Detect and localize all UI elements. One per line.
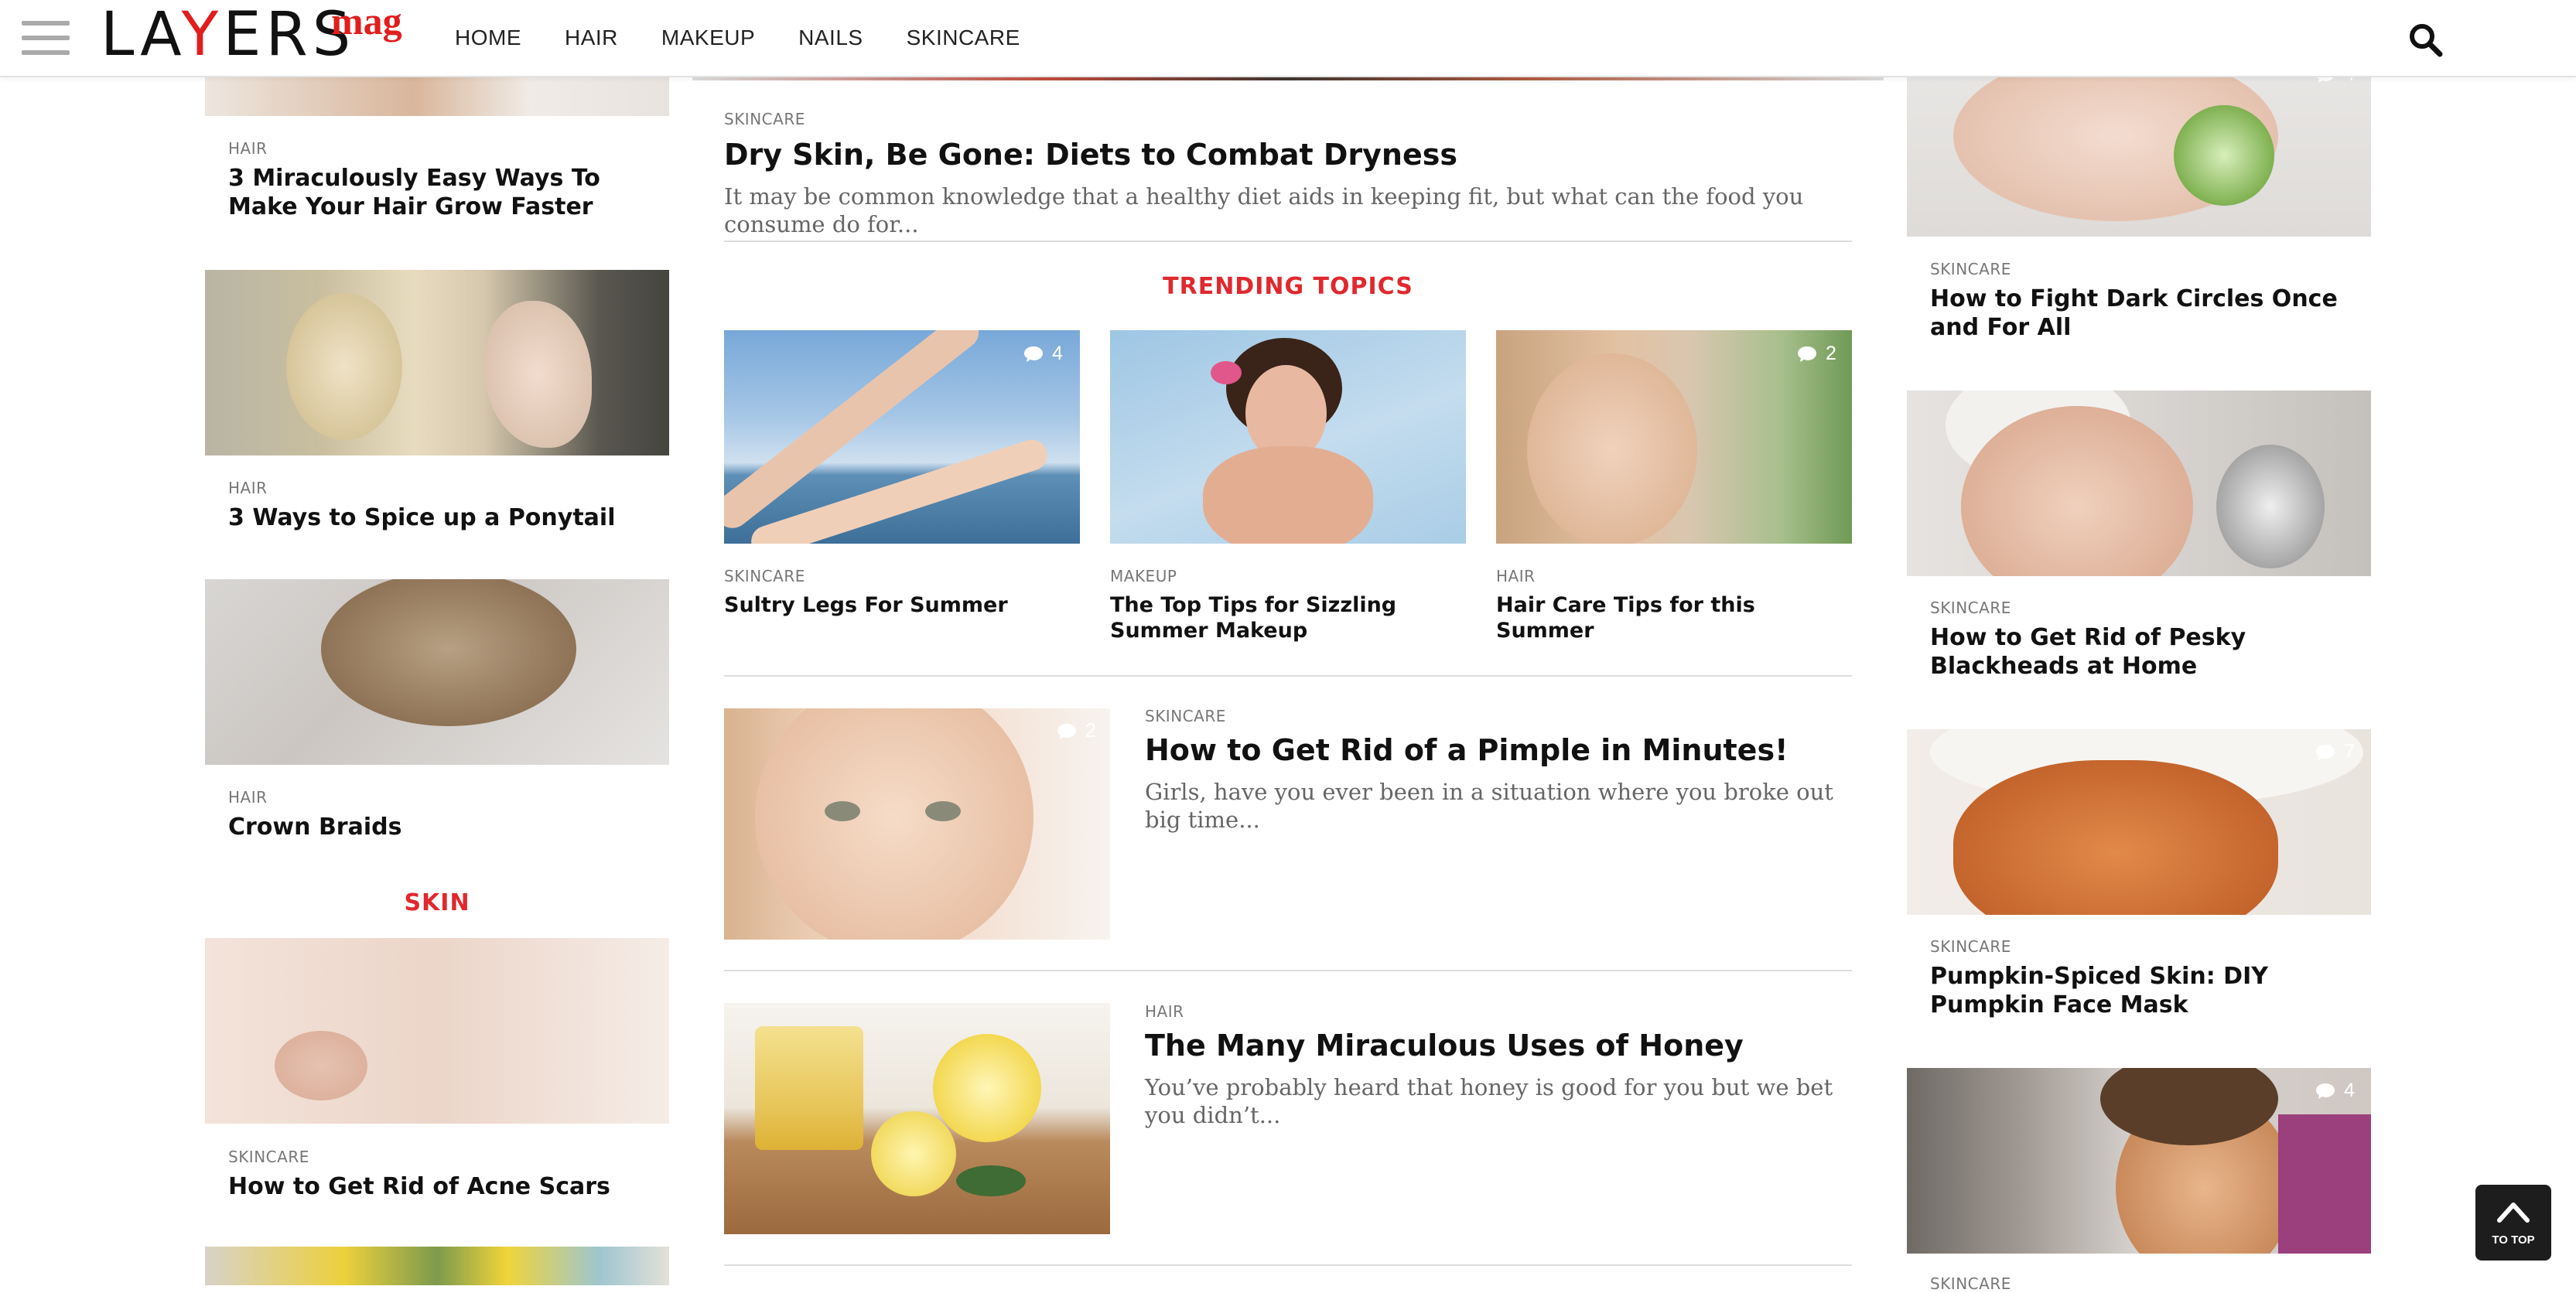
comment-icon xyxy=(1024,346,1043,362)
search-icon[interactable] xyxy=(2407,22,2443,57)
article-category[interactable]: HAIR xyxy=(228,479,268,497)
article-excerpt: You’ve probably heard that honey is good… xyxy=(1145,1074,1833,1128)
main-nav: HOME HAIR MAKEUP NAILS SKINCARE xyxy=(455,26,1064,50)
article-image-dark-circles[interactable] xyxy=(1907,74,2371,237)
section-heading-skin[interactable]: SKIN xyxy=(205,889,669,916)
comment-icon xyxy=(1798,346,1816,362)
article-title[interactable]: How to Fight Dark Circles Once and For A… xyxy=(1930,285,2348,342)
nav-hair[interactable]: HAIR xyxy=(565,26,618,50)
article-title[interactable]: Dry Skin, Be Gone: Diets to Combat Dryne… xyxy=(724,136,1846,173)
article-category[interactable]: MAKEUP xyxy=(1110,567,1177,585)
comment-icon xyxy=(1057,723,1076,739)
article-category[interactable]: SKINCARE xyxy=(1145,707,1226,725)
article-title[interactable]: How to Get Rid of Pesky Blackheads at Ho… xyxy=(1930,623,2348,681)
comment-icon xyxy=(2316,744,2335,760)
divider xyxy=(724,241,1852,242)
article-category[interactable]: HAIR xyxy=(228,788,268,807)
article-category[interactable]: HAIR xyxy=(1496,567,1536,585)
site-logo[interactable]: LAYERS xyxy=(101,5,355,65)
comment-count-value: 4 xyxy=(1052,343,1063,364)
site-header: LAYERS mag HOME HAIR MAKEUP NAILS SKINCA… xyxy=(0,0,2576,77)
divider xyxy=(724,1264,1852,1266)
article-image-honey[interactable] xyxy=(724,1003,1110,1234)
article-image-pimple[interactable] xyxy=(724,708,1110,940)
comment-count[interactable]: 2 xyxy=(1796,343,1836,365)
article-category[interactable]: SKINCARE xyxy=(1930,599,2011,617)
to-top-button[interactable]: TO TOP xyxy=(2475,1185,2551,1261)
comment-count-value: 2 xyxy=(1826,343,1836,364)
article-category[interactable]: SKINCARE xyxy=(1930,1274,2011,1293)
to-top-label: TO TOP xyxy=(2492,1233,2535,1247)
article-category[interactable]: SKINCARE xyxy=(724,110,805,128)
article-title[interactable]: Crown Braids xyxy=(228,813,646,841)
divider xyxy=(724,970,1852,971)
chevron-up-icon xyxy=(2497,1203,2530,1223)
comment-count[interactable]: 2 xyxy=(1056,720,1096,742)
article-category[interactable]: SKINCARE xyxy=(1930,260,2011,278)
article-category[interactable]: HAIR xyxy=(1145,1002,1184,1021)
article-title[interactable]: How to Get Rid of Acne Scars xyxy=(228,1172,646,1201)
nav-makeup[interactable]: MAKEUP xyxy=(661,26,755,50)
article-title[interactable]: Hair Care Tips for this Summer xyxy=(1496,592,1852,643)
logo-text: LAYERS xyxy=(101,0,356,70)
article-title[interactable]: Pumpkin-Spiced Skin: DIY Pumpkin Face Ma… xyxy=(1930,962,2348,1019)
logo-accent: mag xyxy=(331,0,402,43)
article-category[interactable]: HAIR xyxy=(228,139,268,158)
divider xyxy=(724,675,1852,677)
article-title[interactable]: 3 Miraculously Easy Ways To Make Your Ha… xyxy=(228,164,646,221)
article-category[interactable]: SKINCARE xyxy=(1930,937,2011,956)
article-category[interactable]: SKINCARE xyxy=(724,567,805,585)
article-title[interactable]: The Many Miraculous Uses of Honey xyxy=(1145,1027,1841,1064)
article-image-crown-braids[interactable] xyxy=(205,579,669,765)
comment-count-value: 4 xyxy=(2344,1080,2355,1101)
article-image-acne-scars[interactable] xyxy=(205,938,669,1124)
article-excerpt: It may be common knowledge that a health… xyxy=(724,183,1804,237)
comment-icon xyxy=(2316,1083,2335,1099)
article-image-blackheads[interactable] xyxy=(1907,391,2371,576)
article-title[interactable]: Sultry Legs For Summer xyxy=(724,592,1064,618)
article-excerpt: Girls, have you ever been in a situation… xyxy=(1145,779,1833,833)
article-title[interactable]: 3 Ways to Spice up a Ponytail xyxy=(228,503,646,532)
comment-count-value: 2 xyxy=(1085,720,1096,742)
article-image-fitness[interactable] xyxy=(1907,1068,2371,1254)
nav-nails[interactable]: NAILS xyxy=(798,26,863,50)
article-image-hair-grow[interactable] xyxy=(205,74,669,116)
nav-skincare[interactable]: SKINCARE xyxy=(907,26,1020,50)
article-category[interactable]: SKINCARE xyxy=(228,1148,309,1166)
comment-count[interactable]: 7 xyxy=(2315,741,2355,763)
article-image-pumpkin-mask[interactable] xyxy=(1907,729,2371,915)
comment-count[interactable]: 4 xyxy=(2315,1080,2355,1102)
article-title[interactable]: How to Get Rid of a Pimple in Minutes! xyxy=(1145,732,1841,769)
hamburger-menu-icon[interactable] xyxy=(22,21,70,55)
article-title[interactable]: The Top Tips for Sizzling Summer Makeup xyxy=(1110,592,1466,643)
article-image-ponytail[interactable] xyxy=(205,270,669,455)
comment-count[interactable]: 4 xyxy=(1023,343,1063,365)
section-heading-trending[interactable]: TRENDING TOPICS xyxy=(724,273,1852,300)
nav-home[interactable]: HOME xyxy=(455,26,521,50)
comment-count-value: 7 xyxy=(2344,741,2355,762)
trending-image-makeup[interactable] xyxy=(1110,330,1466,544)
article-image-lemons[interactable] xyxy=(205,1247,669,1285)
